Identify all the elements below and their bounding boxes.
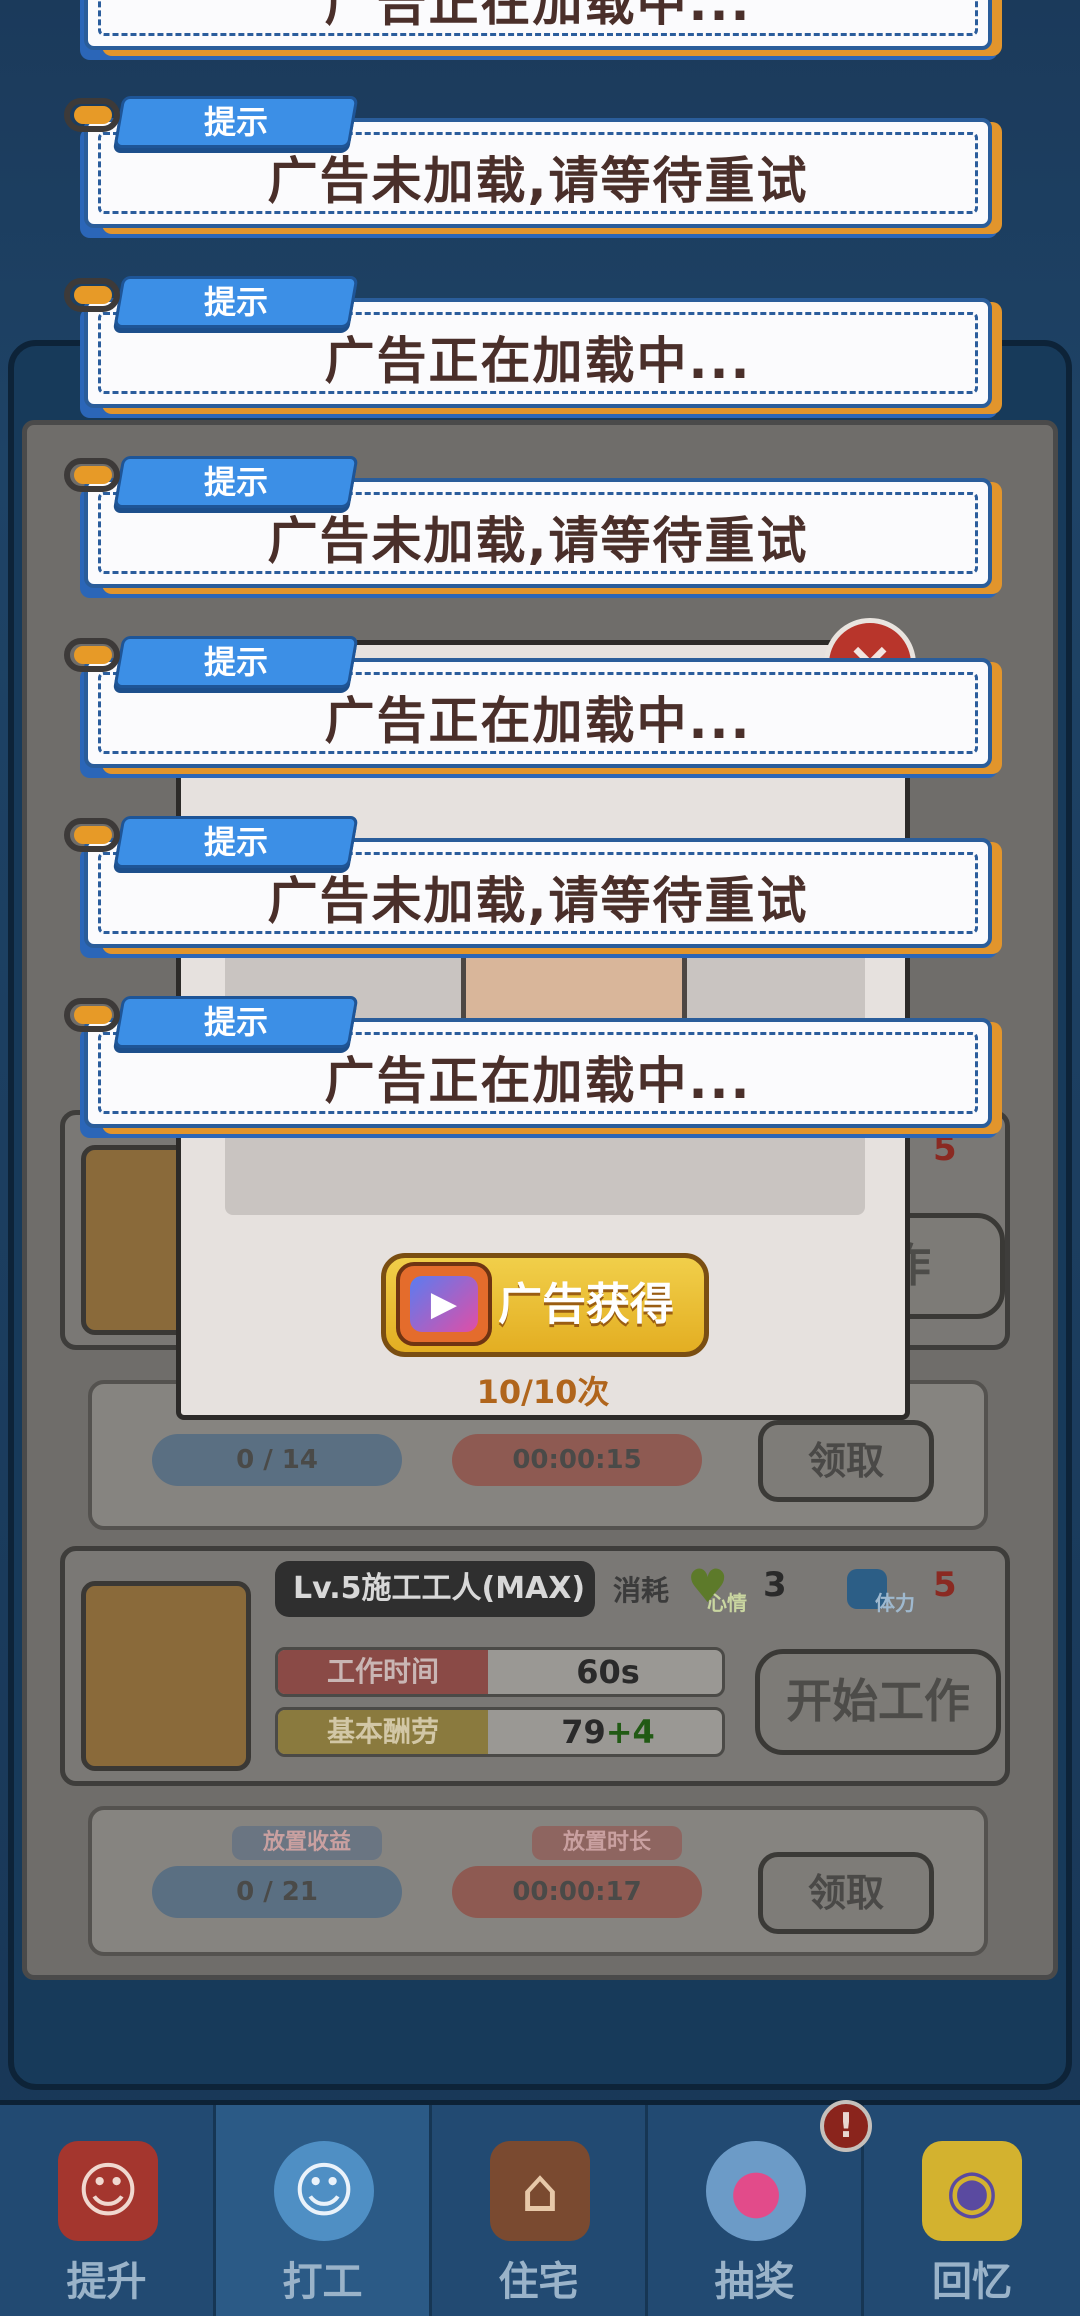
job1-idle-income: 0 / 14 [152, 1434, 402, 1486]
work-time-value: 60s [576, 1653, 640, 1691]
worker-avatar [81, 1581, 251, 1771]
watch-ad-button[interactable]: ▶ 广告获得 [381, 1253, 709, 1357]
toast-tag: 提示 [113, 996, 359, 1048]
nav-item-memory[interactable]: ◉ 回忆 [864, 2105, 1080, 2316]
work-time-row: 工作时间 60s [275, 1647, 725, 1697]
toast-message: 广告正在加载中... [324, 0, 752, 32]
job-card-2: Lv.5施工工人(MAX) 消耗 ♥ 心情 3 体力 5 工作时间 60s 基本… [60, 1546, 1010, 1786]
job2-collect-button[interactable]: 领取 [758, 1852, 934, 1934]
paperclip-fill [74, 1006, 112, 1024]
toast-tag-label: 提示 [203, 463, 268, 501]
nav-item-work[interactable]: ☺ 打工 [216, 2105, 432, 2316]
job2-start-button[interactable]: 开始工作 [755, 1649, 1001, 1755]
tv-icon: ▶ [396, 1262, 492, 1346]
job2-idle-income-tag: 放置收益 [232, 1826, 382, 1860]
nav-label-home: 住宅 [498, 2259, 579, 2305]
toast-5: 广告正在加载中... 提示 [64, 636, 1002, 778]
nav-label-lottery: 抽奖 [714, 2259, 795, 2305]
toast-4: 广告未加载,请等待重试 提示 [64, 456, 1002, 598]
paperclip-fill [74, 826, 112, 844]
watch-ad-label: 广告获得 [498, 1279, 674, 1330]
pay-row: 基本酬劳 79+4 [275, 1707, 725, 1757]
nav-item-home[interactable]: ⌂ 住宅 [432, 2105, 648, 2316]
toast-tag-label: 提示 [203, 283, 268, 321]
book-icon: ☺ [58, 2141, 158, 2241]
paperclip-fill [74, 106, 112, 124]
job2-title: Lv.5施工工人(MAX) [275, 1561, 595, 1617]
toast-tag-label: 提示 [203, 1003, 268, 1041]
toast-2: 广告未加载,请等待重试 提示 [64, 96, 1002, 238]
toast-1: 广告正在加载中...提示 [80, 0, 1002, 60]
paperclip-fill [74, 466, 112, 484]
nav-label-upgrade: 提升 [66, 2259, 147, 2305]
toast-7: 广告正在加载中... 提示 [64, 996, 1002, 1138]
notification-badge: ! [820, 2100, 872, 2152]
job2-idle-strip: 放置收益 0 / 21 放置时长 00:00:17 领取 [88, 1806, 988, 1956]
toast-body: 广告正在加载中... [84, 0, 992, 50]
job2-mood-value: 3 [763, 1565, 787, 1605]
toast-tag-label: 提示 [203, 823, 268, 861]
toast-tag: 提示 [113, 96, 359, 148]
toast-6: 广告未加载,请等待重试 提示 [64, 816, 1002, 958]
work-time-label: 工作时间 [278, 1650, 488, 1694]
toast-tag-label: 提示 [203, 643, 268, 681]
nav-item-upgrade[interactable]: ☺ 提升 [0, 2105, 216, 2316]
pay-value: 79+4 [488, 1710, 722, 1754]
job2-idle-income: 0 / 21 [152, 1866, 402, 1918]
camera-icon: ◉ [922, 2141, 1022, 2241]
pay-bonus: +4 [605, 1713, 655, 1751]
paperclip-icon [64, 998, 120, 1032]
job2-stamina-label: 体力 [875, 1591, 915, 1615]
toast-tag: 提示 [113, 456, 359, 508]
nav-label-work: 打工 [282, 2259, 363, 2305]
ad-remaining-count: 10/10次 [476, 1373, 610, 1411]
job2-idle-time: 00:00:17 [452, 1866, 702, 1918]
toast-tag: 提示 [113, 636, 359, 688]
badge-icon: ☺ [274, 2141, 374, 2241]
toast-tag-label: 提示 [203, 103, 268, 141]
job2-idle-time-tag: 放置时长 [532, 1826, 682, 1860]
job1-collect-button[interactable]: 领取 [758, 1420, 934, 1502]
job1-idle-time: 00:00:15 [452, 1434, 702, 1486]
gacha-machine-icon: ● [706, 2141, 806, 2241]
room-icon: ⌂ [490, 2141, 590, 2241]
paperclip-fill [74, 646, 112, 664]
paperclip-icon [64, 638, 120, 672]
paperclip-fill [74, 286, 112, 304]
job2-consume-label: 消耗 [613, 1574, 670, 1607]
toast-tag: 提示 [113, 816, 359, 868]
paperclip-icon [64, 458, 120, 492]
toast-3: 广告正在加载中... 提示 [64, 276, 1002, 418]
paperclip-icon [64, 278, 120, 312]
nav-label-memory: 回忆 [932, 2259, 1012, 2305]
play-icon: ▶ [410, 1276, 478, 1332]
pay-base: 79 [561, 1713, 606, 1751]
pay-label: 基本酬劳 [278, 1710, 488, 1754]
bottom-nav: ☺ 提升 ☺ 打工 ⌂ 住宅 ● 抽奖 ◉ 回忆 [0, 2100, 1080, 2316]
job2-mood-label: 心情 [707, 1591, 747, 1615]
toast-tag: 提示 [113, 276, 359, 328]
paperclip-icon [64, 818, 120, 852]
paperclip-icon [64, 98, 120, 132]
job2-stamina-value: 5 [933, 1565, 957, 1605]
